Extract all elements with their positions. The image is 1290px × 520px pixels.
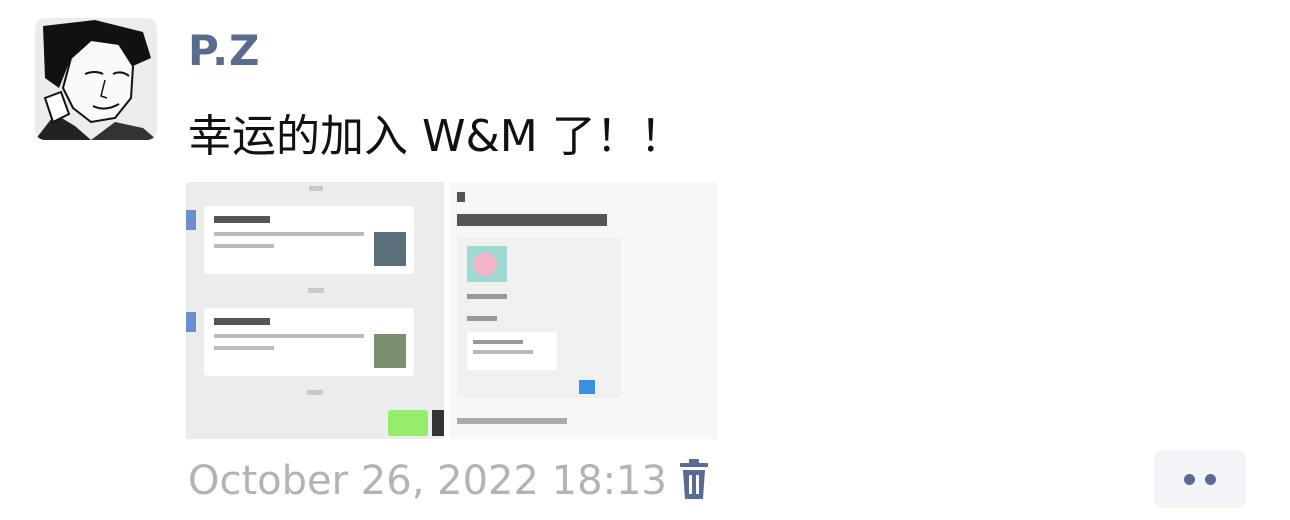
post-text: 幸运的加入 W&M 了！！ xyxy=(188,111,684,162)
more-button[interactable] xyxy=(1154,450,1246,508)
photo-thumbnail[interactable] xyxy=(449,182,717,439)
avatar[interactable] xyxy=(35,18,157,140)
post-timestamp: October 26, 2022 18:13 xyxy=(188,458,667,504)
more-dots-icon xyxy=(1184,474,1195,485)
moments-screenshot-image xyxy=(449,182,717,439)
comic-portrait-avatar xyxy=(35,18,157,140)
photo-thumbnail[interactable] xyxy=(186,182,444,439)
post-author[interactable]: P.Z xyxy=(188,26,260,75)
chat-screenshot-image xyxy=(186,182,444,439)
trash-icon[interactable] xyxy=(676,459,712,501)
more-dots-icon xyxy=(1205,474,1216,485)
